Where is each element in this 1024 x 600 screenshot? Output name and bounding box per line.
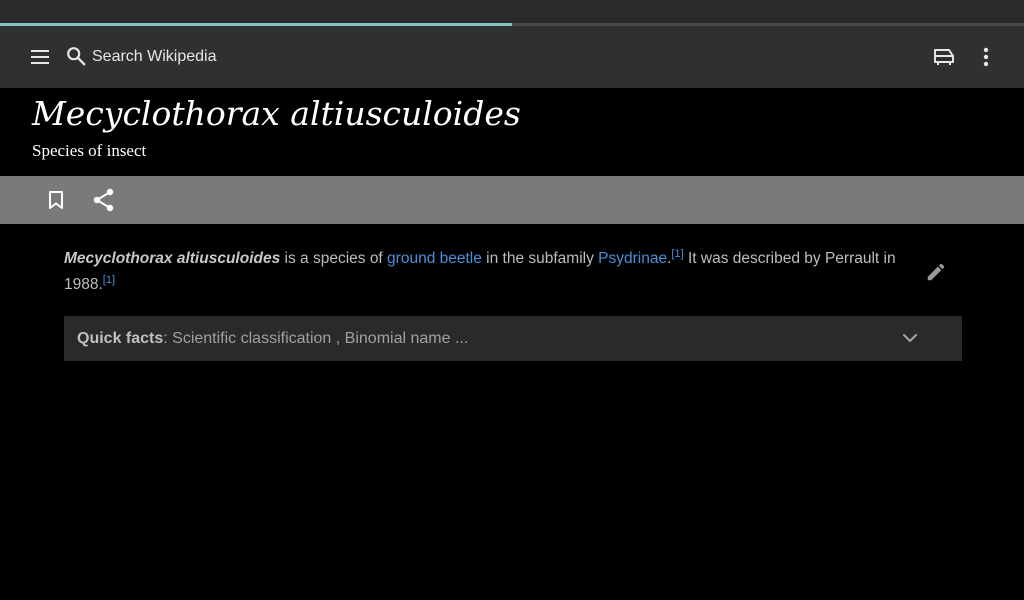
- page-description: Species of insect: [32, 141, 147, 160]
- body-text: is a species of: [280, 250, 388, 267]
- reference-link[interactable]: [1]: [671, 248, 683, 260]
- more-vert-icon: [983, 47, 989, 67]
- body-text: in the subfamily: [481, 250, 599, 267]
- link-psydrinae[interactable]: Psydrinae: [598, 250, 667, 267]
- search-input[interactable]: [92, 43, 392, 71]
- chevron-down-icon: [902, 333, 918, 343]
- reference-link[interactable]: [1]: [103, 274, 115, 286]
- page-load-progress: [0, 0, 1024, 26]
- article-action-bar: [0, 176, 1024, 224]
- menu-button[interactable]: [26, 43, 54, 71]
- share-button[interactable]: [92, 188, 116, 212]
- more-options-button[interactable]: [972, 43, 1000, 71]
- quick-facts-summary: : Scientific classification , Binomial n…: [163, 329, 469, 347]
- bookmark-icon: [49, 191, 63, 209]
- article-header: Mecyclothorax altiusculoides Species of …: [0, 88, 1024, 176]
- article-term: Mecyclothorax altiusculoides: [64, 250, 281, 267]
- top-toolbar: [0, 26, 1024, 88]
- quick-facts-label: Quick facts: [77, 329, 164, 347]
- edit-pencil-icon: [927, 263, 945, 281]
- share-icon: [93, 188, 114, 212]
- reading-lists-button[interactable]: [930, 43, 958, 71]
- page-title: Mecyclothorax altiusculoides: [32, 94, 521, 133]
- link-ground-beetle[interactable]: ground beetle: [387, 250, 482, 267]
- menu-icon: [31, 50, 49, 64]
- search-icon[interactable]: [64, 44, 88, 68]
- quick-facts-expander[interactable]: Quick facts: Scientific classification ,…: [64, 316, 962, 361]
- reading-list-icon: [934, 49, 954, 65]
- edit-section-button[interactable]: [922, 258, 950, 286]
- article-lead-paragraph: Mecyclothorax altiusculoides is a specie…: [64, 246, 914, 298]
- save-bookmark-button[interactable]: [44, 188, 68, 212]
